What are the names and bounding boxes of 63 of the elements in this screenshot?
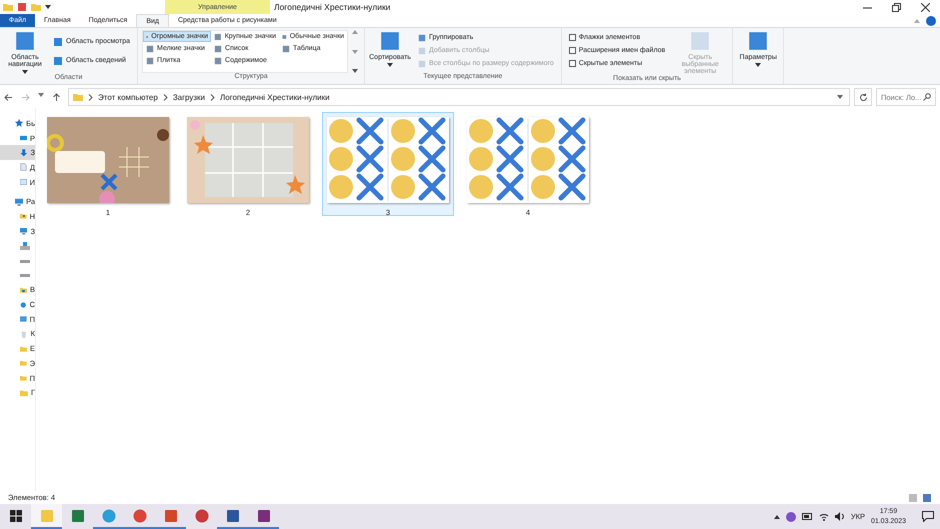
breadcrumb[interactable]: Загрузки bbox=[172, 92, 206, 102]
breadcrumb[interactable]: Этот компьютер bbox=[98, 92, 158, 102]
windows-start-icon[interactable] bbox=[10, 510, 22, 522]
spreadsheet-icon[interactable] bbox=[70, 508, 84, 522]
folder-icon bbox=[20, 358, 27, 368]
chat-app-icon[interactable] bbox=[786, 512, 796, 522]
folder-icon bbox=[20, 388, 28, 398]
pane-layout-icon bbox=[14, 30, 36, 52]
search-icon bbox=[923, 93, 931, 101]
scroll-down-icon[interactable] bbox=[352, 50, 358, 54]
sort-grid-icon bbox=[379, 30, 402, 52]
network-icon bbox=[20, 300, 27, 310]
star-icon bbox=[15, 118, 24, 128]
browser-icon[interactable] bbox=[132, 508, 146, 522]
close-icon[interactable] bbox=[921, 2, 930, 12]
back-icon[interactable] bbox=[4, 92, 13, 102]
restore-icon[interactable] bbox=[892, 2, 901, 12]
computer-icon bbox=[15, 196, 24, 207]
recycle-bin-icon bbox=[20, 328, 28, 339]
user-folder-icon bbox=[20, 211, 27, 222]
chevron-icon bbox=[88, 94, 93, 100]
checkbox[interactable] bbox=[568, 60, 576, 67]
battery-icon[interactable] bbox=[802, 513, 813, 520]
folder-icon bbox=[20, 373, 27, 384]
large-icons-view-icon bbox=[922, 492, 932, 502]
presentation-icon[interactable] bbox=[164, 508, 178, 522]
computer-icon bbox=[20, 226, 28, 236]
drive-icon bbox=[20, 240, 30, 251]
notifications-icon[interactable] bbox=[922, 511, 934, 522]
scroll-up-icon[interactable] bbox=[352, 30, 358, 34]
document-icon bbox=[689, 30, 712, 52]
volume-icon[interactable] bbox=[834, 512, 845, 521]
chevron-icon bbox=[210, 94, 216, 100]
folder-icon bbox=[3, 2, 13, 12]
wifi-icon[interactable] bbox=[818, 512, 829, 521]
chevron-icon bbox=[162, 94, 168, 100]
checkbox[interactable] bbox=[568, 34, 576, 41]
document-icon bbox=[20, 162, 27, 172]
download-icon bbox=[20, 148, 28, 158]
customize-icon[interactable] bbox=[45, 5, 51, 9]
dropdown-icon[interactable] bbox=[837, 95, 843, 99]
document-reader-icon[interactable] bbox=[194, 508, 208, 522]
control-panel-icon bbox=[20, 314, 27, 324]
up-icon[interactable] bbox=[52, 92, 61, 102]
new-folder-icon bbox=[31, 2, 41, 12]
checkbox[interactable] bbox=[568, 47, 576, 54]
archive-icon[interactable] bbox=[256, 508, 270, 522]
caret-icon[interactable] bbox=[22, 70, 28, 74]
checklist-icon bbox=[747, 30, 770, 52]
address-bar[interactable]: Этот компьютер Загрузки Логопедичні Хрестики-нулики bbox=[68, 88, 850, 106]
folder-icon bbox=[73, 92, 83, 102]
more-icon[interactable] bbox=[352, 69, 358, 73]
breadcrumb[interactable]: Логопедичні Хрестики-нулики bbox=[220, 92, 330, 102]
details-view-icon bbox=[908, 492, 918, 502]
caret-icon[interactable] bbox=[387, 63, 394, 67]
window-title: Логопедичні Хрестики-нулики bbox=[273, 1, 392, 14]
help-icon[interactable] bbox=[926, 16, 936, 26]
recent-icon[interactable] bbox=[38, 92, 44, 96]
refresh-icon[interactable] bbox=[858, 92, 868, 102]
document-icon[interactable] bbox=[226, 508, 240, 522]
show-hidden-icon[interactable] bbox=[774, 514, 780, 518]
picture-icon bbox=[20, 177, 27, 188]
caret-icon[interactable] bbox=[755, 63, 762, 67]
